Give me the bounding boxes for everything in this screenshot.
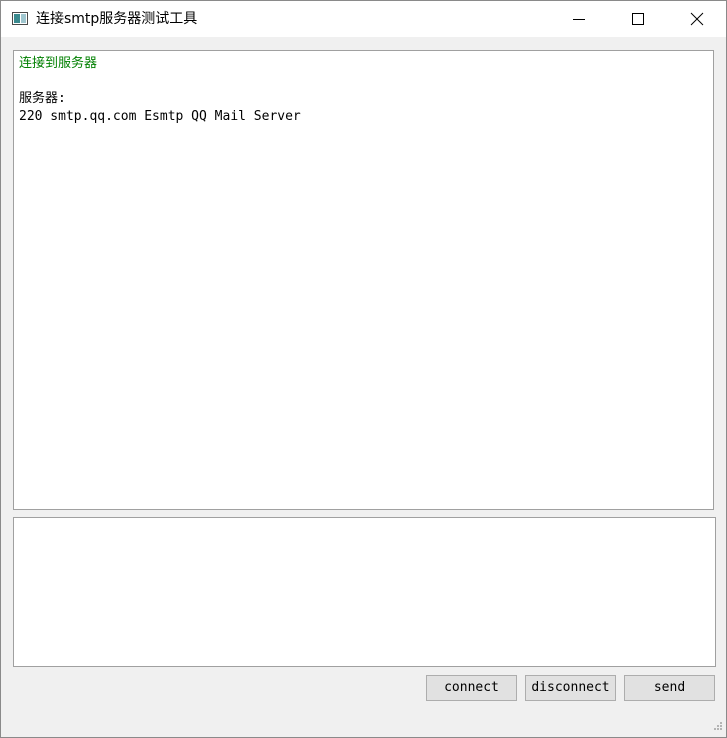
send-button[interactable]: send bbox=[624, 675, 715, 701]
minimize-button[interactable] bbox=[550, 1, 608, 37]
maximize-button[interactable] bbox=[609, 1, 667, 37]
close-button[interactable] bbox=[668, 1, 726, 37]
log-line-server-label: 服务器: bbox=[19, 91, 66, 106]
server-log-output[interactable]: 连接到服务器 服务器: 220 smtp.qq.com Esmtp QQ Mai… bbox=[13, 50, 714, 510]
maximize-icon bbox=[632, 13, 644, 25]
resize-grip-icon[interactable] bbox=[711, 721, 723, 733]
command-input[interactable] bbox=[13, 517, 716, 667]
app-window-icon bbox=[12, 12, 28, 25]
close-icon bbox=[690, 12, 704, 26]
log-line-status: 连接到服务器 bbox=[19, 56, 98, 71]
minimize-icon bbox=[573, 19, 585, 20]
disconnect-button[interactable]: disconnect bbox=[525, 675, 616, 701]
connect-button[interactable]: connect bbox=[426, 675, 517, 701]
log-line-server-response: 220 smtp.qq.com Esmtp QQ Mail Server bbox=[19, 108, 301, 124]
title-bar[interactable]: 连接smtp服务器测试工具 bbox=[1, 1, 726, 37]
window-title: 连接smtp服务器测试工具 bbox=[36, 11, 198, 27]
main-window: 连接smtp服务器测试工具 连接到服务器 服务器: 220 smtp.qq.co… bbox=[0, 0, 727, 738]
log-line-blank bbox=[19, 73, 708, 91]
